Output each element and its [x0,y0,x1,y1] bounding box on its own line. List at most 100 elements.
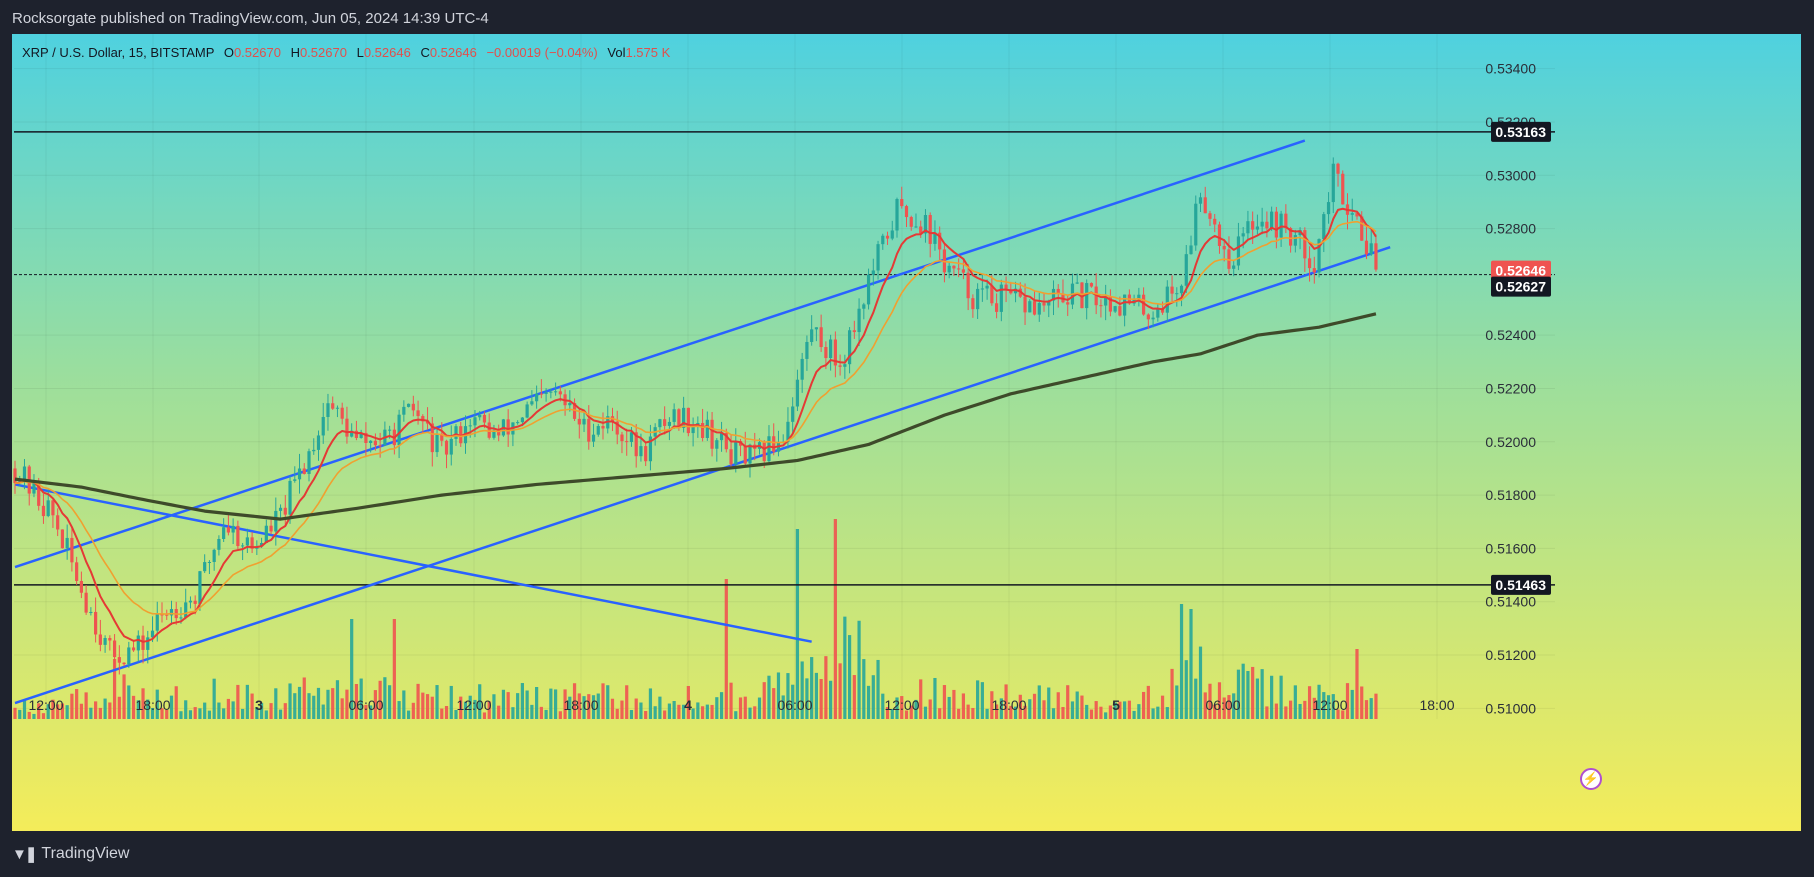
candle-body [866,274,871,305]
flash-icon[interactable]: ⚡ [1580,768,1602,790]
candle-body [1089,283,1094,287]
volume-bar [430,696,434,719]
tradingview-brand[interactable]: ▼❚ TradingView [12,845,129,863]
volume-bar [1066,685,1070,719]
open-label: O [223,45,234,60]
candle-body [193,600,197,604]
candle-body [1113,306,1117,312]
volume-bar [847,635,852,719]
candle-body [112,640,117,658]
candle-body [1146,314,1150,320]
chart-area[interactable]: 0.53400 0.53000 0.52800 0.52400 0.52200 0.520… [12,34,1801,831]
volume-bar [288,683,292,719]
candle-body [885,235,890,239]
volume-bar [241,708,245,719]
volume-bar [1146,685,1150,719]
volume-bar [985,708,989,719]
volume-bar [1127,700,1131,719]
candle-body [1123,294,1127,316]
x-tick-label: 12:00 [1312,697,1347,713]
change-value: −0.00019 (−0.04%) [486,45,598,60]
x-tick-label: 3 [255,697,263,713]
volume-bar [710,704,714,719]
y-tick-label: 0.51800 [1485,487,1536,503]
candle-body [1042,303,1046,306]
volume-bar [1293,685,1297,719]
x-tick-label: 18:00 [135,697,170,713]
candle-body [388,429,392,431]
candle-body [1255,226,1260,230]
candle-body [1189,245,1193,255]
candle-body [1118,306,1122,316]
candle-body [127,647,131,665]
candle-body [1179,285,1184,294]
candle-body [293,479,297,481]
candle-body [1184,254,1188,286]
volume-bar [506,692,510,719]
symbol-name[interactable]: XRP / U.S. Dollar, 15, BITSTAMP [22,45,214,60]
volume-bar [440,708,444,719]
volume-bar [501,689,506,719]
volume-bar [108,702,112,719]
candle-body [1032,301,1037,315]
volume-bar [1156,706,1160,719]
volume-bar [795,529,800,719]
candle-body [976,288,980,310]
volume-bar [1037,685,1041,719]
candle-body [454,426,458,439]
volume-bar [326,689,330,719]
volume-bar [293,693,297,719]
candle-body [971,298,975,310]
candle-body [620,434,624,442]
volume-bar [648,688,653,719]
candle-body [411,403,415,411]
candle-body [131,647,136,651]
price-chart[interactable]: 0.53400 0.53000 0.52800 0.52400 0.52200 0.520… [12,34,1801,831]
candle-body [553,391,558,393]
candle-body [345,418,349,437]
candle-body [155,614,159,631]
volume-bar [862,659,866,719]
candle-body [810,329,814,342]
volume-bar [184,700,188,719]
volume-bar [516,693,520,719]
candle-body [1236,236,1241,266]
volume-bar [1085,704,1089,719]
volume-bar [1184,660,1188,719]
candle-body [478,414,482,418]
volume-bar [1307,686,1312,719]
candle-body [857,308,861,333]
level-tag: 0.52627 [1495,279,1546,295]
volume-bar [767,675,771,719]
candle-body [397,414,401,446]
volume-bar [919,679,923,719]
candle-body [772,436,776,452]
volume-bar [236,684,240,719]
volume-bar [544,709,548,719]
volume-bar [222,708,226,719]
candle-body [691,426,695,434]
candle-body [444,440,449,455]
volume-bar [1042,700,1046,719]
candle-body [1374,243,1378,270]
candle-body [577,418,581,425]
y-tick-label: 0.51400 [1485,594,1536,610]
volume-bar [743,696,747,719]
candle-body [1099,305,1103,307]
candle-body [312,449,316,452]
candle-body [1369,243,1373,255]
volume-bar [392,619,396,719]
volume-bar [952,689,956,719]
candle-body [1028,301,1032,313]
volume-bar [928,699,932,719]
volume-bar [1350,689,1354,719]
candle-body [369,440,373,443]
candle-body [1312,268,1316,273]
candle-body [1307,258,1312,269]
candle-body [1175,293,1179,295]
low-label: L [356,45,364,60]
volume-bar [1198,646,1203,719]
y-tick-label: 0.51600 [1485,540,1536,556]
candle-body [146,637,150,650]
candle-body [625,441,629,443]
